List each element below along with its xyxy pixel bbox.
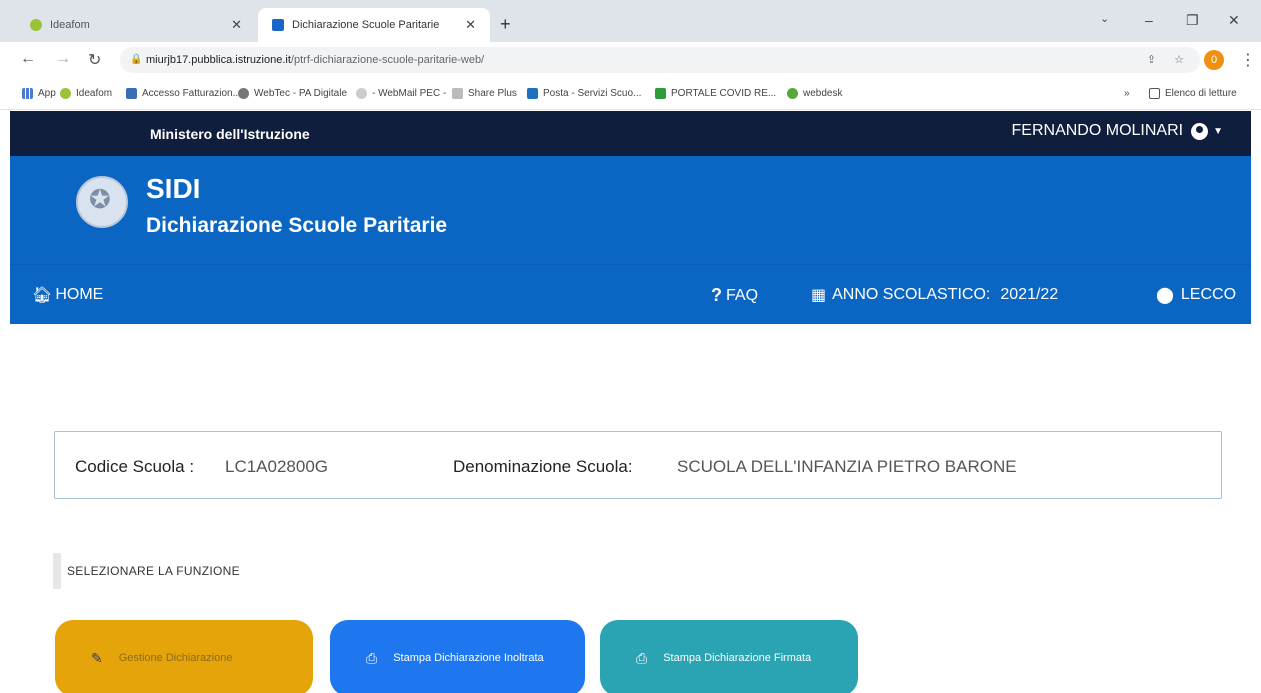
share-icon[interactable]: ⇪ (1147, 47, 1156, 73)
url-path: /ptrf-dichiarazione-scuole-paritarie-web… (290, 54, 485, 66)
minimize-icon[interactable]: – (1145, 12, 1153, 28)
browser-tab-bar: Ideafom ✕ Dichiarazione Scuole Paritarie… (0, 0, 1261, 42)
posta-icon (527, 88, 538, 99)
section-label: SELEZIONARE LA FUNZIONE (53, 553, 240, 589)
browser-tab-dichiarazione[interactable]: Dichiarazione Scuole Paritarie ✕ (258, 8, 490, 42)
gestione-dichiarazione-button[interactable]: ✎ Gestione Dichiarazione (55, 620, 313, 693)
bookmark-webmail[interactable]: - WebMail PEC - (356, 88, 446, 99)
button-label: Stampa Dichiarazione Firmata (663, 652, 812, 664)
nav-anno-scolastico[interactable]: ▦ ANNO SCOLASTICO: 2021/22 (811, 285, 1058, 305)
bookmark-webtec[interactable]: WebTec - PA Digitale (238, 88, 347, 99)
bookmark-posta[interactable]: Posta - Servizi Scuo... (527, 88, 641, 99)
close-tab-icon[interactable]: ✕ (465, 17, 476, 33)
italian-republic-emblem: ✪ (76, 176, 128, 228)
app-subtitle: Dichiarazione Scuole Paritarie (146, 214, 448, 237)
url-host: miurjb17.pubblica.istruzione.it (146, 54, 291, 66)
ideafom-icon (60, 88, 71, 99)
bookmark-label: Ideafom (76, 88, 113, 99)
anno-value: 2021/22 (1000, 286, 1059, 303)
location-label: LECCO (1180, 286, 1237, 303)
bookmark-label: App (38, 88, 56, 99)
codice-scuola-value: LC1A02800G (225, 457, 329, 476)
more-bookmarks-icon[interactable]: » (1124, 88, 1130, 99)
close-tab-icon[interactable]: ✕ (231, 17, 242, 33)
bookmark-label: Share Plus (468, 88, 517, 99)
edit-icon: ✎ (91, 649, 103, 666)
webdesk-icon (787, 88, 798, 99)
denominazione-value: SCUOLA DELL'INFANZIA PIETRO BARONE (677, 457, 1017, 476)
bookmark-apps[interactable]: App (22, 88, 56, 99)
map-marker-icon: ⬤ (1156, 287, 1174, 304)
browser-tab-ideafom[interactable]: Ideafom ✕ (16, 8, 256, 42)
portale-covid-icon (655, 88, 666, 99)
lock-icon: 🔒 (130, 54, 143, 65)
tab-title: Ideafom (50, 19, 90, 31)
bookmark-portale-covid[interactable]: PORTALE COVID RE... (655, 88, 776, 99)
bookmark-label: webdesk (803, 88, 843, 99)
bookmark-ideafom[interactable]: Ideafom (60, 88, 112, 99)
bookmark-fatturazione[interactable]: Accesso Fatturazion... (126, 88, 241, 99)
forward-arrow-icon[interactable]: → (55, 50, 71, 68)
shareplus-icon (452, 88, 463, 99)
main-nav: 🏠︎ HOME ? FAQ ▦ ANNO SCOLASTICO: 2021/22… (10, 264, 1251, 324)
bookmark-label: Accesso Fatturazion... (142, 88, 241, 99)
stampa-firmata-button[interactable]: ⎙ Stampa Dichiarazione Firmata (600, 620, 858, 693)
print-icon: ⎙ (636, 649, 648, 666)
nav-home-label: HOME (55, 286, 104, 303)
question-icon: ? (711, 285, 722, 305)
sidi-favicon-icon (272, 19, 284, 31)
user-circle-icon (1191, 122, 1209, 140)
maximize-icon[interactable]: ❐ (1186, 12, 1199, 29)
bookmark-label: WebTec - PA Digitale (254, 88, 348, 99)
nav-faq-label: FAQ (726, 286, 759, 304)
app-header: ✪ SIDI Dichiarazione Scuole Paritarie (10, 156, 1251, 264)
new-tab-icon[interactable]: + (500, 14, 511, 35)
bookmark-label: Posta - Servizi Scuo... (543, 88, 642, 99)
button-label: Gestione Dichiarazione (118, 652, 233, 664)
nav-faq[interactable]: ? FAQ (711, 285, 758, 306)
stampa-inoltrata-button[interactable]: ⎙ Stampa Dichiarazione Inoltrata (330, 620, 585, 693)
app-title: SIDI (146, 173, 201, 204)
fatturazione-icon (126, 88, 137, 99)
ministry-name: Ministero dell'Istruzione (150, 126, 310, 142)
calendar-icon: ▦ (811, 287, 827, 304)
button-label: Stampa Dichiarazione Inoltrata (393, 652, 544, 664)
anno-label: ANNO SCOLASTICO: (832, 286, 991, 303)
globe-icon (238, 88, 249, 99)
bookmark-reading-list[interactable]: Elenco di letture (1149, 88, 1237, 99)
reload-icon[interactable]: ↻ (88, 50, 101, 70)
back-arrow-icon[interactable]: ← (20, 50, 36, 68)
ideafom-favicon-icon (30, 19, 42, 31)
bookmark-label: - WebMail PEC - (372, 88, 447, 99)
user-menu[interactable]: FERNANDO MOLINARI ▼ (1012, 122, 1223, 140)
bookmark-label: PORTALE COVID RE... (671, 88, 777, 99)
school-info-panel: Codice Scuola : LC1A02800G Denominazione… (54, 431, 1222, 499)
bookmarks-bar: App Ideafom Accesso Fatturazion... WebTe… (0, 78, 1261, 110)
print-icon: ⎙ (366, 649, 378, 666)
browser-menu-icon[interactable]: ⋮ (1240, 50, 1256, 70)
home-icon: 🏠︎ (32, 287, 53, 304)
codice-scuola-label: Codice Scuola : (75, 457, 195, 476)
webmail-icon (356, 88, 367, 99)
bookmark-star-icon[interactable]: ☆ (1174, 47, 1184, 73)
url-field[interactable]: 🔒 miurjb17.pubblica.istruzione.it/ptrf-d… (120, 47, 1200, 73)
tab-title: Dichiarazione Scuole Paritarie (292, 19, 440, 31)
window-close-icon[interactable]: ✕ (1228, 12, 1240, 29)
ministry-top-bar: Ministero dell'Istruzione FERNANDO MOLIN… (10, 111, 1251, 156)
user-name: FERNANDO MOLINARI (1011, 122, 1184, 139)
screen: Ideafom ✕ Dichiarazione Scuole Paritarie… (0, 0, 1261, 693)
bookmark-shareplus[interactable]: Share Plus (452, 88, 517, 99)
tab-search-chevron-icon[interactable]: ⌄ (1100, 12, 1109, 25)
bookmark-webdesk[interactable]: webdesk (787, 88, 842, 99)
denominazione-label: Denominazione Scuola: (453, 457, 633, 476)
nav-location[interactable]: ⬤ LECCO (1156, 285, 1236, 305)
apps-grid-icon (22, 88, 33, 99)
browser-address-row: ← → ↻ 🔒 miurjb17.pubblica.istruzione.it/… (0, 42, 1261, 78)
profile-avatar[interactable]: 0 (1204, 50, 1224, 70)
reading-list-icon (1149, 88, 1160, 99)
bookmark-label: Elenco di letture (1165, 88, 1237, 99)
nav-home[interactable]: 🏠︎ HOME (32, 285, 103, 305)
caret-down-icon: ▼ (1213, 125, 1223, 137)
